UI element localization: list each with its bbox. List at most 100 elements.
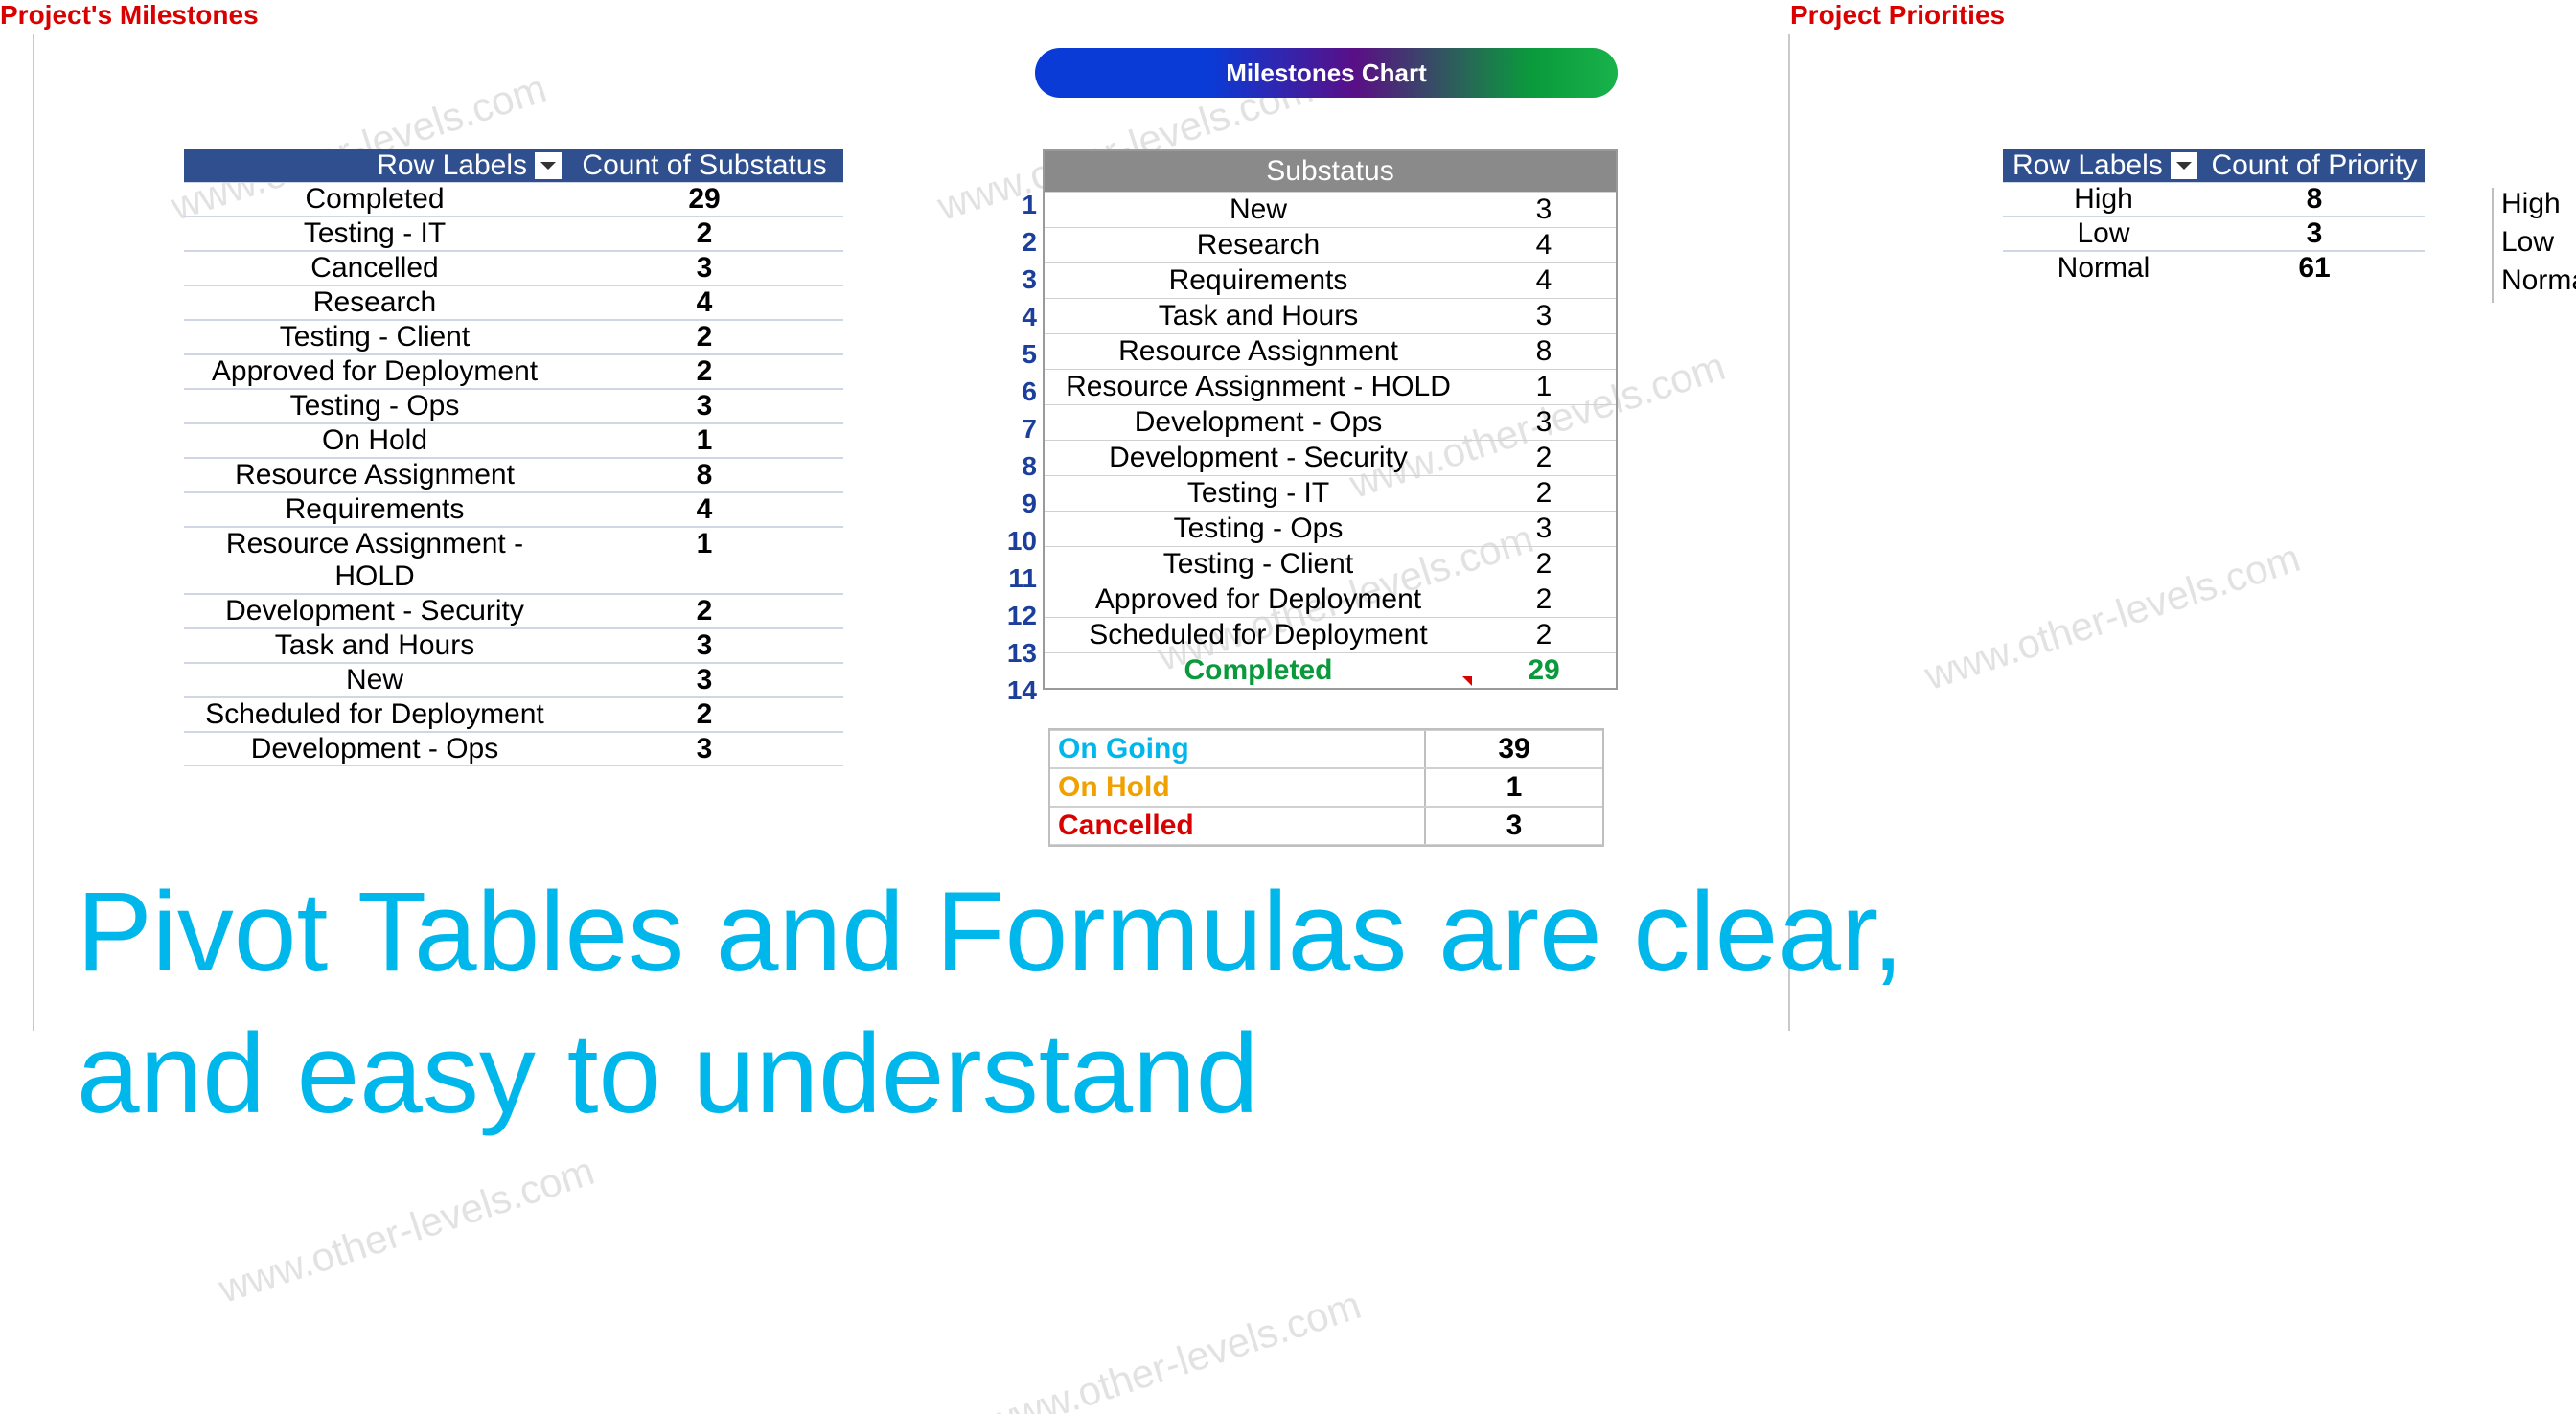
substatus-header: Substatus bbox=[1045, 151, 1616, 192]
substatus-row[interactable]: Approved for Deployment2 bbox=[1045, 582, 1616, 617]
pivot-row-value: 2 bbox=[565, 595, 843, 627]
summary-value: 3 bbox=[1424, 808, 1602, 844]
pivot-row[interactable]: New3 bbox=[184, 663, 843, 697]
dropdown-icon[interactable] bbox=[2171, 152, 2197, 179]
substatus-label: New bbox=[1045, 193, 1472, 227]
summary-row: On Hold1 bbox=[1050, 768, 1602, 807]
priority-label: Low bbox=[2003, 217, 2204, 250]
priority-value: 61 bbox=[2204, 252, 2425, 285]
priority-row[interactable]: Normal61 bbox=[2003, 251, 2425, 285]
pivot-row-value: 2 bbox=[565, 698, 843, 731]
pivot-row[interactable]: Requirements4 bbox=[184, 492, 843, 527]
substatus-row[interactable]: Completed29 bbox=[1045, 652, 1616, 688]
substatus-label: Testing - IT bbox=[1045, 476, 1472, 511]
pivot-row-value: 4 bbox=[565, 493, 843, 526]
pivot-row[interactable]: On Hold1 bbox=[184, 423, 843, 458]
substatus-label: Approved for Deployment bbox=[1045, 582, 1472, 617]
pivot-row[interactable]: Completed29 bbox=[184, 182, 843, 217]
summary-row: On Going39 bbox=[1050, 730, 1602, 768]
row-index: 4 bbox=[983, 302, 1037, 339]
pivot-row[interactable]: Scheduled for Deployment2 bbox=[184, 697, 843, 732]
substatus-label: Requirements bbox=[1045, 263, 1472, 298]
substatus-label: Research bbox=[1045, 228, 1472, 262]
pivot-header: Row Labels Count of Substatus bbox=[184, 149, 843, 182]
pivot-row-label: On Hold bbox=[184, 424, 565, 457]
substatus-row[interactable]: Resource Assignment8 bbox=[1045, 333, 1616, 369]
substatus-value: 3 bbox=[1472, 299, 1616, 333]
priority-label: High bbox=[2003, 183, 2204, 216]
row-index: 13 bbox=[983, 638, 1037, 675]
priority-value: 3 bbox=[2204, 217, 2425, 250]
pivot-row-label: Research bbox=[184, 286, 565, 319]
pivot-row[interactable]: Development - Security2 bbox=[184, 594, 843, 628]
status-summary-box: On Going39On Hold1Cancelled3 bbox=[1048, 728, 1604, 847]
pivot-row[interactable]: Task and Hours3 bbox=[184, 628, 843, 663]
clipped-priority-column: HighLowNorma bbox=[2492, 188, 2576, 303]
substatus-row[interactable]: New3 bbox=[1045, 192, 1616, 227]
substatus-value: 29 bbox=[1472, 653, 1616, 688]
pivot-row[interactable]: Cancelled3 bbox=[184, 251, 843, 285]
pivot-header-count: Count of Substatus bbox=[582, 149, 826, 182]
substatus-value: 3 bbox=[1472, 405, 1616, 440]
row-index: 7 bbox=[983, 414, 1037, 451]
pivot-row-label: Approved for Deployment bbox=[184, 355, 565, 388]
row-index: 6 bbox=[983, 376, 1037, 414]
summary-label: On Hold bbox=[1050, 769, 1424, 806]
substatus-label: Task and Hours bbox=[1045, 299, 1472, 333]
milestones-chart-pill: Milestones Chart bbox=[1035, 48, 1618, 98]
pivot-row[interactable]: Testing - Client2 bbox=[184, 320, 843, 354]
pivot-row-label: Requirements bbox=[184, 493, 565, 526]
substatus-label: Testing - Client bbox=[1045, 547, 1472, 582]
substatus-row[interactable]: Resource Assignment - HOLD1 bbox=[1045, 369, 1616, 404]
substatus-value: 2 bbox=[1472, 441, 1616, 475]
substatus-row[interactable]: Requirements4 bbox=[1045, 262, 1616, 298]
pivot-row-label: Task and Hours bbox=[184, 629, 565, 662]
pivot-header: Row Labels Count of Priority bbox=[2003, 149, 2425, 182]
dropdown-icon[interactable] bbox=[535, 152, 562, 179]
substatus-value: 3 bbox=[1472, 193, 1616, 227]
substatus-row[interactable]: Development - Security2 bbox=[1045, 440, 1616, 475]
substatus-label: Testing - Ops bbox=[1045, 512, 1472, 546]
substatus-label: Development - Ops bbox=[1045, 405, 1472, 440]
priority-row[interactable]: High8 bbox=[2003, 182, 2425, 217]
pivot-row[interactable]: Resource Assignment - HOLD1 bbox=[184, 527, 843, 594]
row-index: 14 bbox=[983, 675, 1037, 713]
substatus-row[interactable]: Task and Hours3 bbox=[1045, 298, 1616, 333]
substatus-row[interactable]: Scheduled for Deployment2 bbox=[1045, 617, 1616, 652]
pivot-row-value: 29 bbox=[565, 183, 843, 216]
overlay-annotation-text: Pivot Tables and Formulas are clear, and… bbox=[77, 862, 1903, 1145]
section-title-milestones: Project's Milestones bbox=[0, 0, 259, 31]
pivot-row[interactable]: Resource Assignment8 bbox=[184, 458, 843, 492]
summary-value: 39 bbox=[1424, 731, 1602, 767]
watermark: www.other-levels.com bbox=[1920, 535, 2306, 699]
pivot-row-label: Completed bbox=[184, 183, 565, 216]
substatus-value: 1 bbox=[1472, 370, 1616, 404]
overlay-line1: Pivot Tables and Formulas are clear, bbox=[77, 862, 1903, 1004]
pivot-row-label: Resource Assignment bbox=[184, 459, 565, 491]
substatus-label: Scheduled for Deployment bbox=[1045, 618, 1472, 652]
substatus-row[interactable]: Development - Ops3 bbox=[1045, 404, 1616, 440]
pivot-row[interactable]: Development - Ops3 bbox=[184, 732, 843, 766]
substatus-label: Completed bbox=[1045, 653, 1472, 688]
pivot-row-label: Development - Security bbox=[184, 595, 565, 627]
row-index: 10 bbox=[983, 526, 1037, 563]
pivot-row-value: 4 bbox=[565, 286, 843, 319]
priority-row[interactable]: Low3 bbox=[2003, 217, 2425, 251]
section-title-priorities: Project Priorities bbox=[1790, 0, 2005, 31]
clipped-cell: High bbox=[2494, 188, 2576, 226]
chart-pill-label: Milestones Chart bbox=[1226, 58, 1427, 88]
row-index: 3 bbox=[983, 264, 1037, 302]
pivot-row[interactable]: Research4 bbox=[184, 285, 843, 320]
row-index: 9 bbox=[983, 489, 1037, 526]
substatus-row[interactable]: Research4 bbox=[1045, 227, 1616, 262]
substatus-row[interactable]: Testing - Client2 bbox=[1045, 546, 1616, 582]
pivot-row[interactable]: Approved for Deployment2 bbox=[184, 354, 843, 389]
clipped-cell: Low bbox=[2494, 226, 2576, 264]
pivot-row[interactable]: Testing - IT2 bbox=[184, 217, 843, 251]
pivot-row-label: Cancelled bbox=[184, 252, 565, 285]
substatus-row[interactable]: Testing - IT2 bbox=[1045, 475, 1616, 511]
pivot-row[interactable]: Testing - Ops3 bbox=[184, 389, 843, 423]
substatus-row[interactable]: Testing - Ops3 bbox=[1045, 511, 1616, 546]
priorities-pivot-table: Row Labels Count of Priority High8Low3No… bbox=[2003, 149, 2425, 285]
pivot-row-value: 3 bbox=[565, 390, 843, 422]
